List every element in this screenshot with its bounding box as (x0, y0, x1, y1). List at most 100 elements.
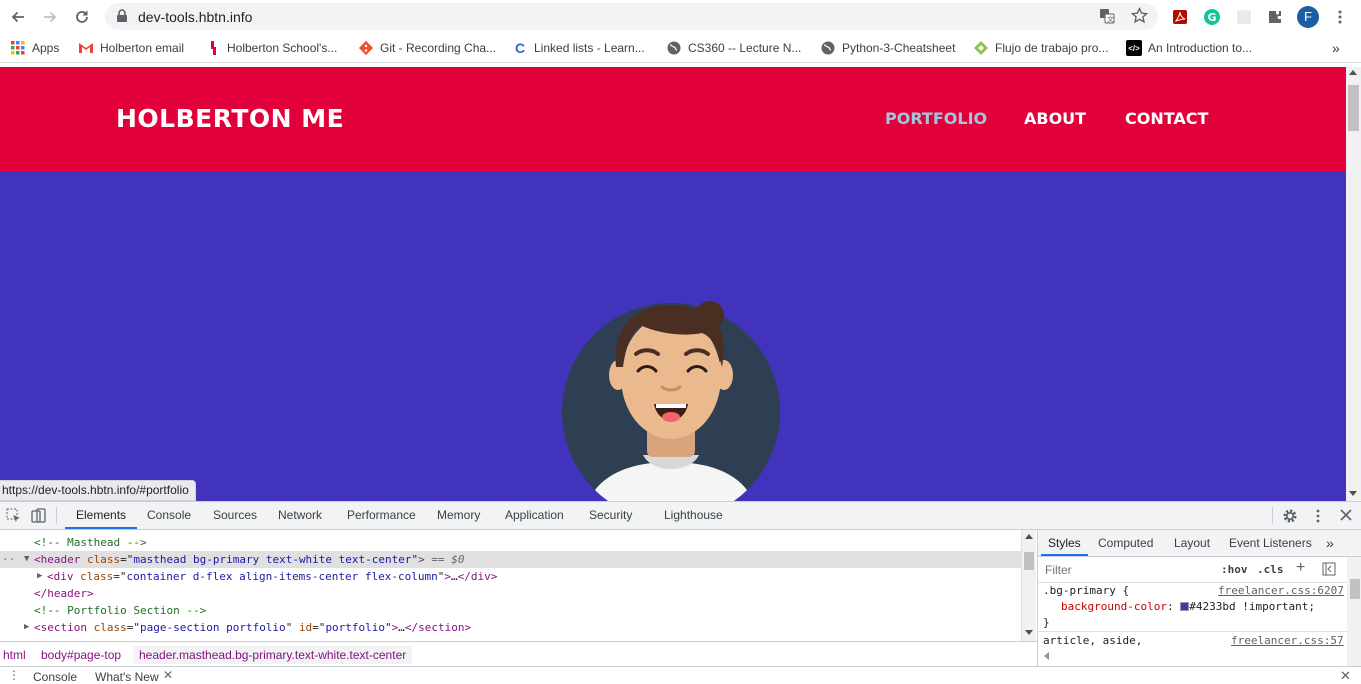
css-property: background-color (1061, 600, 1167, 613)
profile-avatar[interactable]: F (1296, 5, 1320, 29)
bookmark-introduction[interactable]: </> An Introduction to... (1126, 39, 1252, 57)
drawer-tab-whats-new[interactable]: What's New (95, 670, 159, 684)
breadcrumb-body[interactable]: body#page-top (35, 646, 127, 664)
chrome-menu-icon[interactable] (1328, 5, 1352, 29)
extension-placeholder-icon[interactable] (1232, 5, 1256, 29)
tab-elements[interactable]: Elements (65, 502, 138, 529)
site-brand[interactable]: HOLBERTON ME (116, 104, 344, 133)
rule-source-link[interactable]: freelancer.css:57 (1231, 634, 1344, 647)
tab-application[interactable]: Application (505, 502, 564, 529)
styles-filter-input[interactable] (1042, 560, 1208, 579)
attr-name: class (80, 570, 114, 583)
scrollbar-thumb[interactable] (1350, 579, 1360, 599)
close-devtools-icon[interactable] (1339, 508, 1353, 525)
color-swatch[interactable] (1180, 602, 1190, 611)
breadcrumb-html[interactable]: html (0, 646, 32, 664)
extensions-puzzle-icon[interactable] (1263, 5, 1287, 29)
scroll-up-arrow-icon[interactable] (1349, 70, 1357, 75)
tab-sources[interactable]: Sources (213, 502, 257, 529)
reload-button[interactable] (70, 5, 94, 29)
bookmark-holberton-email[interactable]: Holberton email (78, 39, 184, 57)
dom-tree[interactable]: <!-- Masthead --> ·· ▼ <header class="mast… (0, 530, 1021, 641)
address-url: dev-tools.hbtn.info (138, 9, 253, 25)
tab-lighthouse[interactable]: Lighthouse (664, 502, 723, 529)
more-tabs-icon[interactable]: » (1326, 530, 1334, 556)
reload-icon (76, 10, 88, 23)
dom-comment-portfolio[interactable]: <!-- Portfolio Section --> (34, 602, 1021, 619)
tab-layout[interactable]: Layout (1174, 530, 1210, 556)
bookmark-label: An Introduction to... (1148, 41, 1253, 55)
dom-node-section-portfolio[interactable]: ▶ <section class="page-section portfolio"… (0, 619, 1021, 636)
tab-computed[interactable]: Computed (1098, 530, 1153, 556)
close-tab-icon[interactable]: ✕ (163, 668, 173, 682)
rule-selector-article-aside[interactable]: article, aside, (1043, 634, 1142, 647)
tab-performance[interactable]: Performance (347, 502, 416, 529)
tab-security[interactable]: Security (589, 502, 632, 529)
attr-value: page-section portfolio (139, 621, 286, 634)
back-button[interactable] (6, 5, 30, 29)
nav-link-contact[interactable]: CONTACT (1125, 109, 1208, 128)
breadcrumb-header[interactable]: header.masthead.bg-primary.text-white.te… (133, 646, 413, 664)
tab-styles[interactable]: Styles (1041, 530, 1088, 556)
bookmark-label: Apps (32, 41, 60, 55)
star-icon[interactable] (1130, 6, 1149, 27)
address-bar[interactable]: dev-tools.hbtn.info 文 (105, 3, 1158, 30)
drawer-tab-console[interactable]: Console (33, 670, 77, 684)
toggle-sidebar-icon[interactable] (1322, 562, 1336, 579)
site-navbar: HOLBERTON ME PORTFOLIO ABOUT CONTACT (0, 67, 1346, 171)
bookmark-python-cheatsheet[interactable]: Python-3-Cheatsheet (820, 39, 955, 57)
rule-source-link[interactable]: freelancer.css:6207 (1218, 584, 1344, 597)
scroll-up-arrow-icon[interactable] (1025, 534, 1033, 539)
scrollbar-thumb[interactable] (1348, 85, 1359, 131)
nav-link-portfolio[interactable]: PORTFOLIO (885, 109, 987, 128)
rule-close-brace: } (1043, 616, 1050, 629)
settings-gear-icon[interactable] (1282, 508, 1298, 527)
bookmark-label: Flujo de trabajo pro... (995, 41, 1109, 55)
device-toolbar-icon[interactable] (31, 508, 46, 526)
drawer-menu-icon[interactable]: ⋮ (8, 668, 20, 682)
tab-event-listeners[interactable]: Event Listeners (1229, 530, 1312, 556)
close-drawer-icon[interactable]: ✕ (1340, 668, 1351, 684)
new-rule-plus-icon[interactable]: + (1296, 559, 1305, 577)
bookmark-linked-lists[interactable]: C Linked lists - Learn... (512, 39, 645, 57)
dom-comment-masthead[interactable]: <!-- Masthead --> (34, 534, 1021, 551)
grammarly-icon[interactable]: G (1200, 5, 1224, 29)
rule-declaration[interactable]: background-color: #4233bd !important; (1061, 600, 1315, 613)
scroll-down-arrow-icon[interactable] (1349, 491, 1357, 496)
globe-icon (820, 40, 836, 56)
styles-scrollbar[interactable] (1347, 557, 1361, 666)
diamond-icon (973, 40, 989, 56)
tab-network[interactable]: Network (278, 502, 322, 529)
bookmarks-overflow-icon[interactable]: » (1332, 39, 1340, 57)
attr-name: class (93, 621, 127, 634)
dom-tree-scrollbar[interactable] (1021, 530, 1036, 641)
css-value: #4233bd !important; (1189, 600, 1316, 613)
bookmark-label: Linked lists - Learn... (534, 41, 645, 55)
devtools-menu-icon[interactable] (1311, 508, 1325, 527)
styles-filter-bar: :hov .cls + (1038, 557, 1361, 583)
dom-breadcrumbs: html body#page-top header.masthead.bg-pr… (0, 641, 1037, 666)
dom-node-header-close[interactable]: </header> (34, 585, 1021, 602)
nav-link-about[interactable]: ABOUT (1024, 109, 1086, 128)
dom-node-div-container[interactable]: ▶ <div class="container d-flex align-item… (0, 568, 1021, 585)
scroll-left-arrow-icon[interactable] (1044, 652, 1049, 660)
tab-console[interactable]: Console (147, 502, 191, 529)
translate-icon[interactable]: 文 (1099, 8, 1115, 27)
dom-node-header-selected[interactable]: ·· ▼ <header class="masthead bg-primary te… (0, 551, 1021, 568)
ellipsis: … (451, 570, 458, 583)
class-toggle[interactable]: .cls (1257, 563, 1284, 576)
bookmark-flujo[interactable]: Flujo de trabajo pro... (973, 39, 1108, 57)
bookmark-git[interactable]: Git - Recording Cha... (358, 39, 496, 57)
inspect-element-icon[interactable] (6, 508, 21, 526)
forward-button[interactable] (38, 5, 62, 29)
bookmark-apps[interactable]: Apps (10, 39, 59, 57)
scrollbar-thumb[interactable] (1024, 552, 1034, 570)
bookmark-holberton-school[interactable]: Holberton School's... (205, 39, 337, 57)
pdf-extension-icon[interactable] (1168, 5, 1192, 29)
scroll-down-arrow-icon[interactable] (1025, 630, 1033, 635)
tab-memory[interactable]: Memory (437, 502, 480, 529)
bookmark-cs360[interactable]: CS360 -- Lecture N... (666, 39, 801, 57)
hover-state-toggle[interactable]: :hov (1221, 563, 1248, 576)
page-scrollbar[interactable] (1346, 67, 1361, 501)
rule-selector-bg-primary[interactable]: .bg-primary { (1043, 584, 1129, 597)
